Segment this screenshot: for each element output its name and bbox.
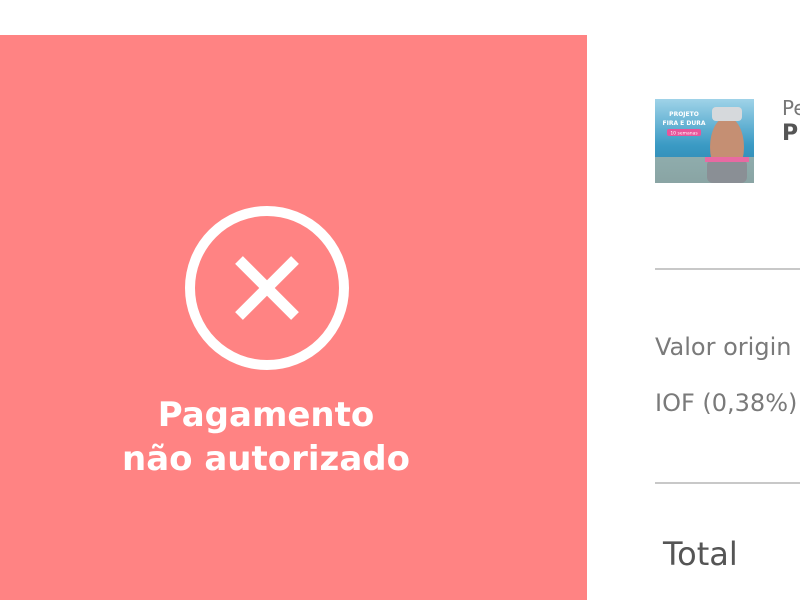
summary-divider-top	[655, 268, 800, 270]
product-image-line2: FIRA E DURA	[663, 120, 706, 127]
product-image-line1: PROJETO	[669, 111, 699, 118]
product-image-badge: 10 semanas	[670, 131, 698, 137]
product-info: Pe P	[782, 95, 800, 147]
total-label: Total	[663, 535, 738, 573]
product-image: PROJETO FIRA E DURA 10 semanas	[655, 99, 754, 183]
close-circle-icon	[185, 206, 349, 370]
payment-error-title: Pagamento não autorizado	[0, 393, 532, 481]
product-name: P	[782, 121, 799, 146]
iof-label: IOF (0,38%)	[655, 389, 798, 417]
payment-error-title-line1: Pagamento	[157, 395, 375, 435]
summary-divider-bottom	[655, 482, 800, 484]
original-value-label: Valor origin	[655, 333, 792, 361]
product-prefix: Pe	[782, 96, 800, 120]
payment-status-panel: Pagamento não autorizado	[0, 35, 587, 600]
payment-error-title-line2: não autorizado	[122, 439, 410, 479]
top-bar	[0, 0, 800, 35]
order-summary-panel: PROJETO FIRA E DURA 10 semanas Pe P Valo…	[587, 35, 800, 600]
